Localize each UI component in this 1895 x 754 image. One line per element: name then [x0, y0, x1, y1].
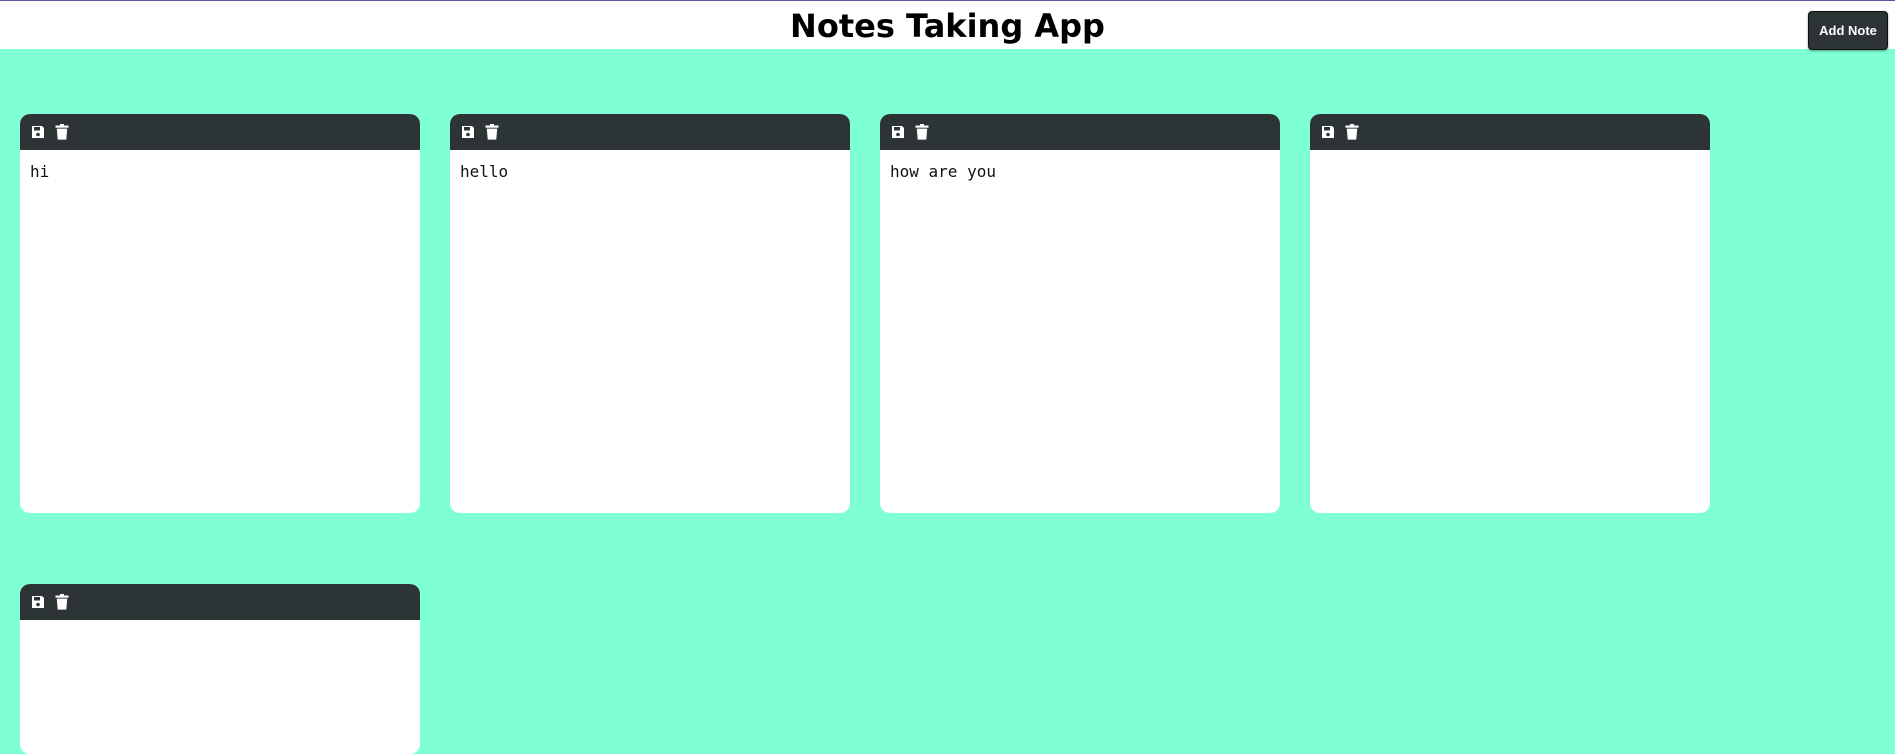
app-title: Notes Taking App — [790, 7, 1105, 45]
save-icon[interactable] — [1320, 123, 1336, 141]
note-textarea[interactable] — [1310, 150, 1710, 513]
note-toolbar — [20, 114, 420, 150]
trash-icon[interactable] — [914, 123, 930, 141]
note-toolbar — [880, 114, 1280, 150]
note-toolbar — [20, 584, 420, 620]
save-icon[interactable] — [460, 123, 476, 141]
note-textarea[interactable]: how are you — [880, 150, 1280, 513]
trash-icon[interactable] — [54, 593, 70, 611]
note-card — [1310, 114, 1710, 513]
note-card — [20, 584, 420, 754]
note-textarea[interactable]: hi — [20, 150, 420, 513]
save-icon[interactable] — [30, 593, 46, 611]
note-textarea[interactable]: hello — [450, 150, 850, 513]
trash-icon[interactable] — [484, 123, 500, 141]
trash-icon[interactable] — [54, 123, 70, 141]
trash-icon[interactable] — [1344, 123, 1360, 141]
note-toolbar — [450, 114, 850, 150]
note-card: hi — [20, 114, 420, 513]
save-icon[interactable] — [30, 123, 46, 141]
note-textarea[interactable] — [20, 620, 420, 754]
note-toolbar — [1310, 114, 1710, 150]
note-card: how are you — [880, 114, 1280, 513]
add-note-button[interactable]: Add Note — [1808, 11, 1888, 50]
top-bar: Notes Taking App Add Note — [0, 0, 1895, 50]
save-icon[interactable] — [890, 123, 906, 141]
note-card: hello — [450, 114, 850, 513]
